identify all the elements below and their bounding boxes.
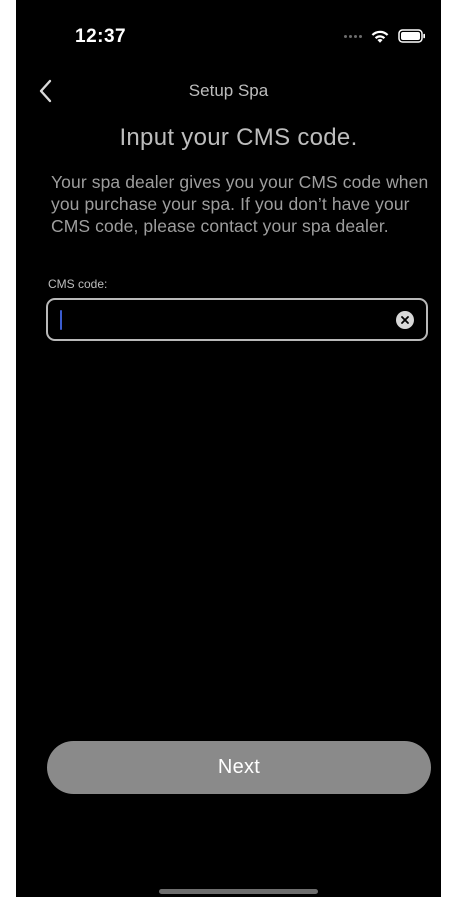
cms-code-field[interactable] bbox=[46, 298, 428, 341]
nav-title: Setup Spa bbox=[188, 81, 269, 100]
navigation-bar: Setup Spa bbox=[16, 72, 441, 112]
app-screen: 12:37 Setup Spa Input your CMS code. You… bbox=[16, 0, 441, 897]
next-button[interactable]: Next bbox=[47, 741, 431, 794]
cms-code-label: CMS code: bbox=[48, 277, 108, 291]
home-indicator[interactable] bbox=[159, 889, 318, 894]
instructions-text: Your spa dealer gives you your CMS code … bbox=[51, 172, 429, 236]
wifi-icon bbox=[370, 29, 390, 44]
cms-code-input[interactable] bbox=[62, 300, 382, 339]
signal-icon bbox=[344, 34, 362, 38]
clear-input-button[interactable] bbox=[396, 311, 414, 329]
status-bar: 12:37 bbox=[16, 0, 441, 60]
status-time: 12:37 bbox=[75, 26, 127, 47]
close-icon bbox=[401, 316, 409, 324]
battery-icon bbox=[398, 29, 426, 43]
page-heading: Input your CMS code. bbox=[119, 124, 358, 151]
status-icons bbox=[344, 27, 426, 45]
